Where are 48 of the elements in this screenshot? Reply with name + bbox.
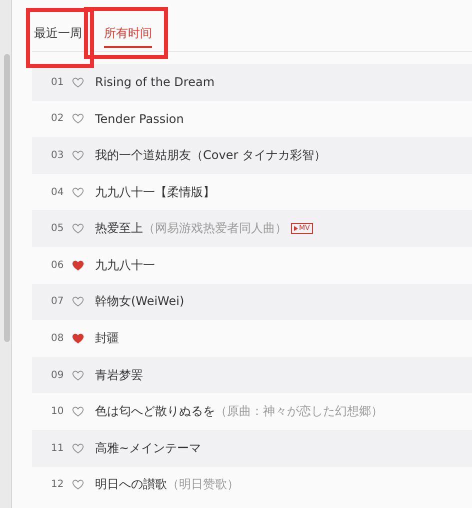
song-title: 九九八十一【柔情版】 [95, 184, 215, 201]
track-number: 11 [51, 442, 65, 454]
track-number: 10 [51, 406, 65, 418]
tab[interactable]: 最近一周 [34, 20, 82, 48]
heart-outline-icon[interactable] [72, 186, 84, 198]
song-title: 幹物女(WeiWei) [95, 293, 184, 310]
heart-outline-icon[interactable] [72, 76, 84, 88]
song-row[interactable]: 03 我的一个道姑朋友（Cover タイナカ彩智） [32, 137, 472, 174]
song-row[interactable]: 09 青岩梦罢 [32, 356, 472, 394]
track-number: 03 [51, 150, 65, 161]
track-number: 08 [51, 332, 65, 344]
heart-outline-icon[interactable] [72, 370, 84, 381]
track-number: 02 [51, 113, 65, 124]
song-title: 九九八十一 [95, 256, 155, 274]
track-number: 01 [51, 76, 65, 88]
song-title: 热爱至上 [95, 220, 143, 238]
filled-heart-icon[interactable] [72, 332, 84, 344]
song-title: 明日への讃歌 [95, 476, 167, 494]
track-number: 12 [51, 479, 65, 490]
heart-outline-icon[interactable] [72, 479, 84, 490]
heart-outline-icon[interactable] [72, 150, 84, 161]
song-subtitle: （网易游戏热爱者同人曲） [143, 220, 287, 238]
song-row[interactable]: 01 Rising of the Dream [32, 64, 472, 101]
heart-outline-icon[interactable] [72, 442, 84, 454]
song-title: Rising of the Dream [95, 75, 215, 90]
song-row[interactable]: 11 高雅~メインテーマ [32, 430, 472, 467]
track-number: 06 [51, 260, 65, 271]
song-title: 色は匂へど散りぬるを [95, 403, 215, 420]
heart-outline-icon[interactable] [72, 113, 84, 124]
song-title: 我的一个道姑朋友（Cover タイナカ彩智） [95, 146, 326, 164]
song-row[interactable]: 07 幹物女(WeiWei) [32, 284, 472, 320]
heart-outline-icon[interactable] [72, 406, 84, 418]
track-number: 05 [51, 223, 65, 234]
scrollbar-thumb[interactable] [4, 54, 10, 342]
track-number: 04 [51, 186, 65, 198]
song-subtitle: （原曲：神々が恋した幻想郷） [215, 403, 383, 420]
song-title: 封疆 [95, 330, 119, 347]
track-number: 07 [51, 296, 65, 308]
track-number: 09 [51, 370, 65, 381]
highlight-frame [26, 8, 94, 68]
song-title: Tender Passion [95, 112, 184, 126]
song-title: 青岩梦罢 [95, 366, 143, 384]
song-title: 高雅~メインテーマ [95, 440, 202, 457]
filled-heart-icon[interactable] [72, 260, 84, 271]
heart-outline-icon[interactable] [72, 296, 84, 308]
tab[interactable]: 所有时间 [104, 20, 152, 48]
heart-outline-icon[interactable] [72, 223, 84, 234]
song-subtitle: （明日赞歌） [167, 476, 239, 494]
